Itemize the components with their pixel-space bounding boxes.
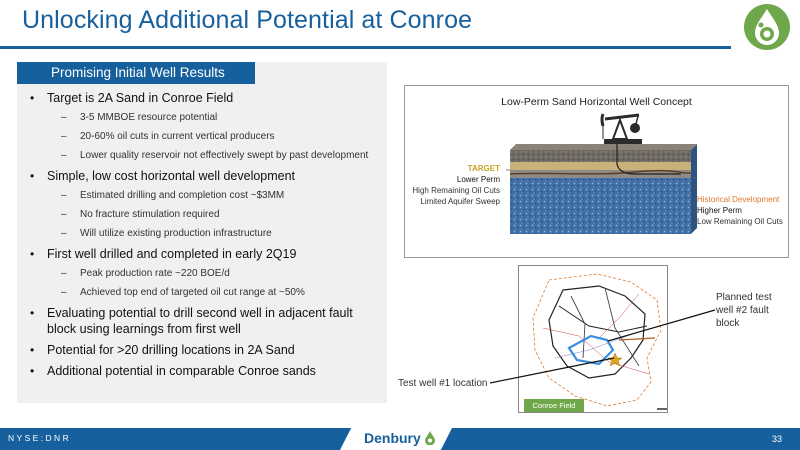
sub-bullet: – Will utilize existing production infras…: [61, 228, 272, 239]
bullet-drilling-locations: • Potential for >20 drilling locations in…: [30, 343, 295, 357]
target-label: TARGET: [467, 164, 500, 173]
lower-perm-label: Lower Perm: [456, 175, 500, 184]
denbury-drop-icon: [425, 431, 435, 445]
footer-brand-name: Denbury: [364, 430, 421, 446]
aquifer-sweep-label: Limited Aquifer Sweep: [420, 197, 500, 206]
field-outline-map: [532, 273, 667, 410]
well-concept-diagram: Low-Perm Sand Horizontal Well Concept TA…: [404, 85, 789, 258]
historical-development-label: Historical Development: [697, 195, 780, 204]
ticker-symbol: NYSE:DNR: [8, 433, 72, 443]
sub-bullet: –20-60% oil cuts in current vertical pro…: [61, 131, 275, 142]
conroe-field-badge: Conroe Field: [524, 399, 584, 412]
concept-title: Low-Perm Sand Horizontal Well Concept: [501, 96, 692, 108]
panel-heading: Promising Initial Well Results: [17, 62, 255, 84]
sub-bullet: – Achieved top end of targeted oil cut ra…: [61, 287, 305, 298]
sub-bullet: –3-5 MMBOE resource potential: [61, 112, 218, 123]
high-oil-cuts-label: High Remaining Oil Cuts: [412, 186, 500, 195]
higher-perm-label: Higher Perm: [697, 206, 742, 215]
test-well-callout: Test well #1 location: [398, 378, 488, 389]
pump-jack-icon: [600, 113, 642, 144]
bullet-first-well: • First well drilled and completed in ear…: [30, 247, 297, 261]
bullet-dot-icon: •: [30, 306, 35, 320]
page-number: 33: [772, 434, 783, 444]
bullet-dot-icon: •: [30, 364, 35, 378]
bullet-dot-icon: •: [30, 91, 35, 105]
sub-bullet: – Peak production rate ~220 BOE/d: [61, 268, 230, 279]
bullet-additional-potential: • Additional potential in comparable Conr…: [30, 364, 316, 378]
bullet-horizontal-development: • Simple, low cost horizontal well develo…: [30, 169, 296, 183]
planned-well-callout: Planned test well #2 fault block: [716, 292, 772, 329]
sub-bullet: – No fracture stimulation required: [61, 209, 220, 220]
title-divider: [0, 46, 731, 49]
conroe-field-map: [518, 265, 668, 413]
bullet-second-well: • Evaluating potential to drill second we…: [30, 306, 353, 336]
bullet-target: • Target is 2A Sand in Conroe Field: [30, 91, 234, 105]
bullet-dot-icon: •: [30, 343, 35, 357]
sub-bullet: – Lower quality reservoir not effectively…: [61, 150, 369, 161]
bullet-dot-icon: •: [30, 247, 35, 261]
page-title: Unlocking Additional Potential at Conroe: [22, 6, 473, 34]
bullet-dot-icon: •: [30, 169, 35, 183]
results-list: • Target is 2A Sand in Conroe Field –3-5 …: [26, 90, 382, 384]
denbury-drop-logo-icon: [744, 4, 790, 50]
low-oil-cuts-label: Low Remaining Oil Cuts: [697, 217, 783, 226]
sub-bullet: – Estimated drilling and completion cost …: [61, 190, 285, 201]
